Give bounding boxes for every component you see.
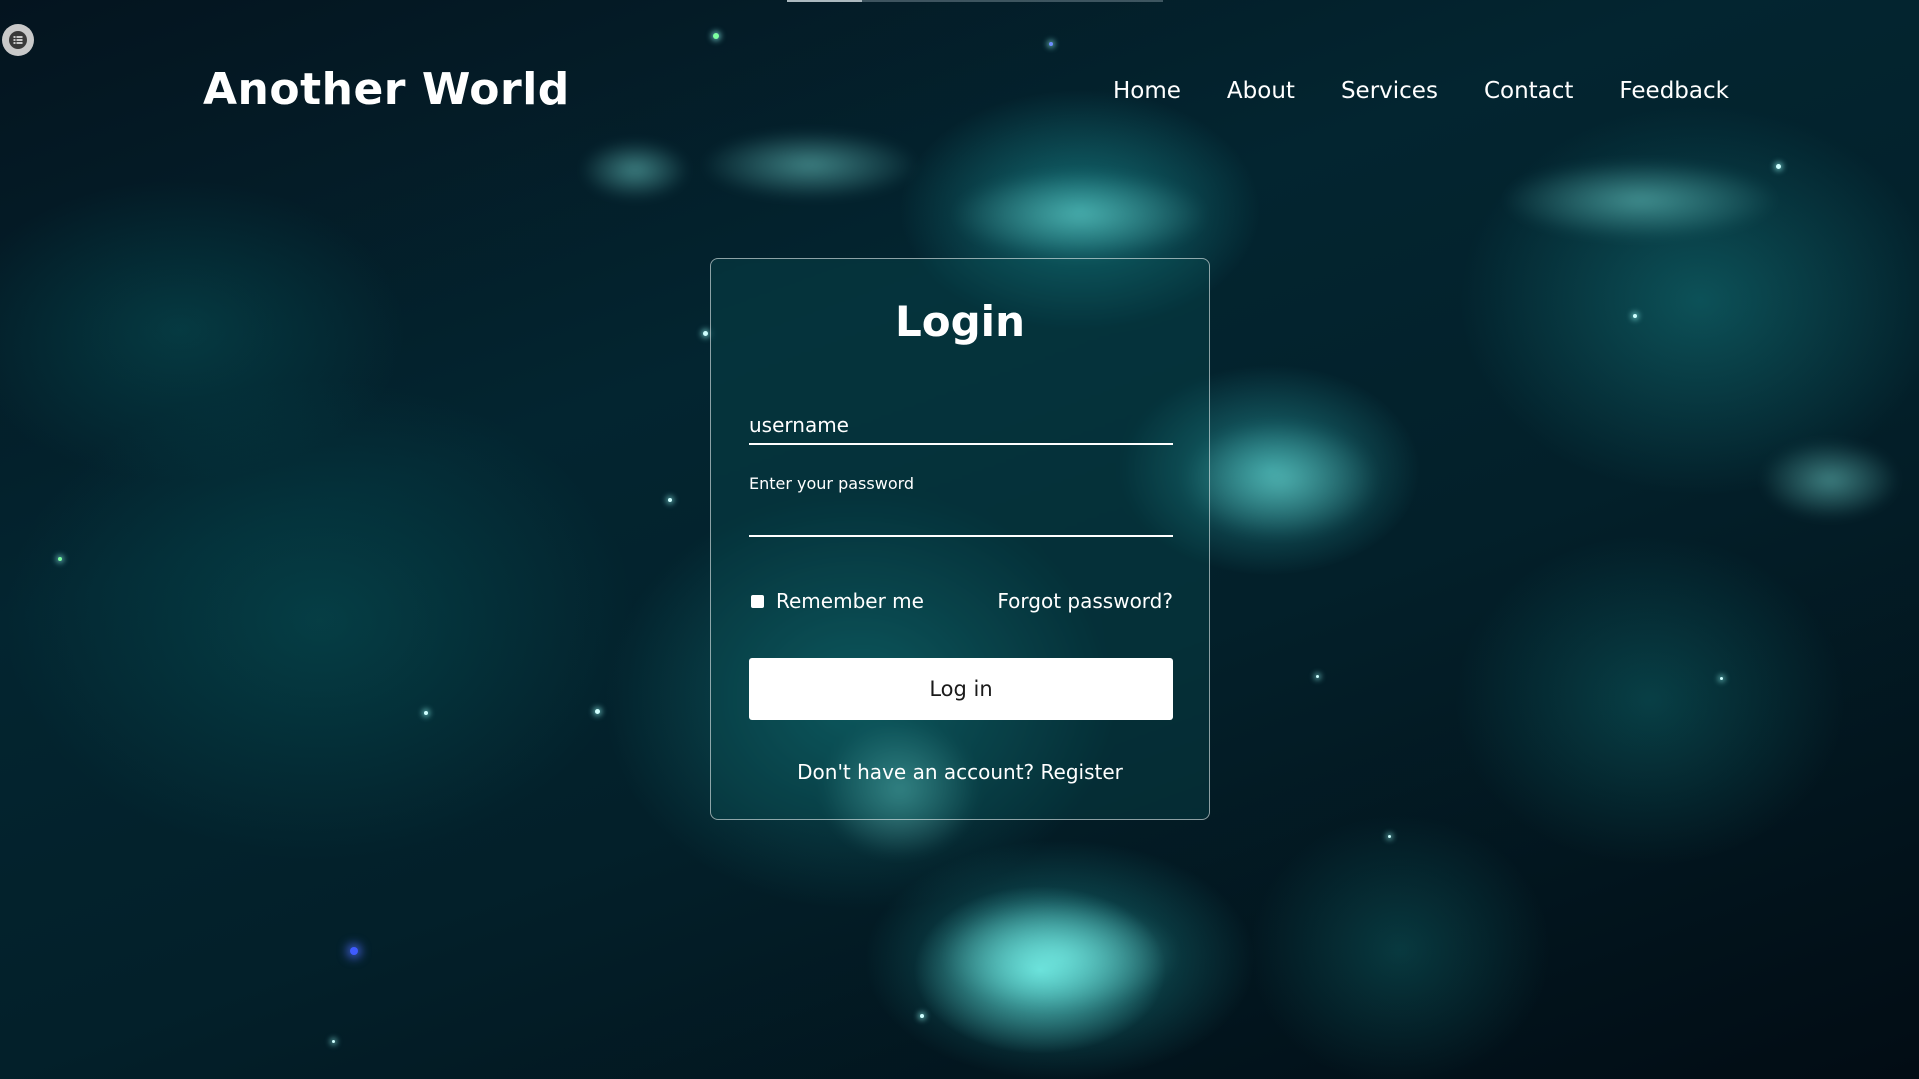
register-line: Don't have an account? Register	[711, 760, 1209, 784]
nebula-wisp	[700, 130, 920, 200]
register-link[interactable]: Register	[1041, 760, 1123, 784]
site-title[interactable]: Another World	[203, 64, 570, 115]
nav-contact-link[interactable]: Contact	[1484, 78, 1573, 104]
star	[424, 711, 428, 715]
list-icon	[9, 31, 27, 49]
nav-home-link[interactable]: Home	[1113, 78, 1181, 104]
star	[1633, 314, 1637, 318]
star	[332, 1040, 335, 1043]
page-loading-indicator-fill	[787, 0, 862, 2]
star	[1776, 164, 1781, 169]
star	[1316, 675, 1319, 678]
password-label: Enter your password	[749, 474, 915, 493]
password-field	[749, 499, 1173, 537]
star	[58, 557, 62, 561]
login-card: Login Enter your password Remember me Fo…	[710, 258, 1210, 820]
nebula-wisp	[1760, 440, 1900, 520]
remember-row: Remember me Forgot password?	[749, 589, 1173, 613]
nebula-wisp	[1180, 420, 1380, 540]
remember-checkbox[interactable]	[751, 594, 764, 608]
page-loading-indicator	[787, 0, 1163, 2]
star	[1388, 835, 1391, 838]
username-field	[749, 397, 1173, 445]
star	[595, 709, 600, 714]
menu-toggle-button[interactable]	[2, 24, 34, 56]
forgot-password-link[interactable]: Forgot password?	[997, 589, 1173, 613]
password-input[interactable]	[749, 510, 1173, 531]
nebula-wisp	[950, 170, 1210, 260]
main-nav: Home About Services Contact Feedback	[1113, 78, 1729, 104]
register-prompt: Don't have an account?	[797, 760, 1041, 784]
star	[1720, 677, 1723, 680]
star	[920, 1014, 924, 1018]
remember-group: Remember me	[749, 589, 924, 613]
nebula-wisp	[1500, 160, 1780, 240]
username-input[interactable]	[749, 413, 1173, 437]
login-button[interactable]: Log in	[749, 658, 1173, 720]
login-heading: Login	[895, 297, 1025, 346]
star	[703, 331, 708, 336]
star	[713, 33, 719, 39]
remember-label[interactable]: Remember me	[776, 589, 924, 613]
nebula-wisp	[580, 140, 690, 200]
page-background: Another World Home About Services Contac…	[0, 0, 1919, 1079]
nav-feedback-link[interactable]: Feedback	[1619, 78, 1729, 104]
nav-services-link[interactable]: Services	[1341, 78, 1438, 104]
star	[1049, 42, 1053, 46]
star	[350, 947, 358, 955]
nebula-wisp	[940, 900, 1180, 1010]
nav-about-link[interactable]: About	[1227, 78, 1295, 104]
star	[668, 498, 672, 502]
